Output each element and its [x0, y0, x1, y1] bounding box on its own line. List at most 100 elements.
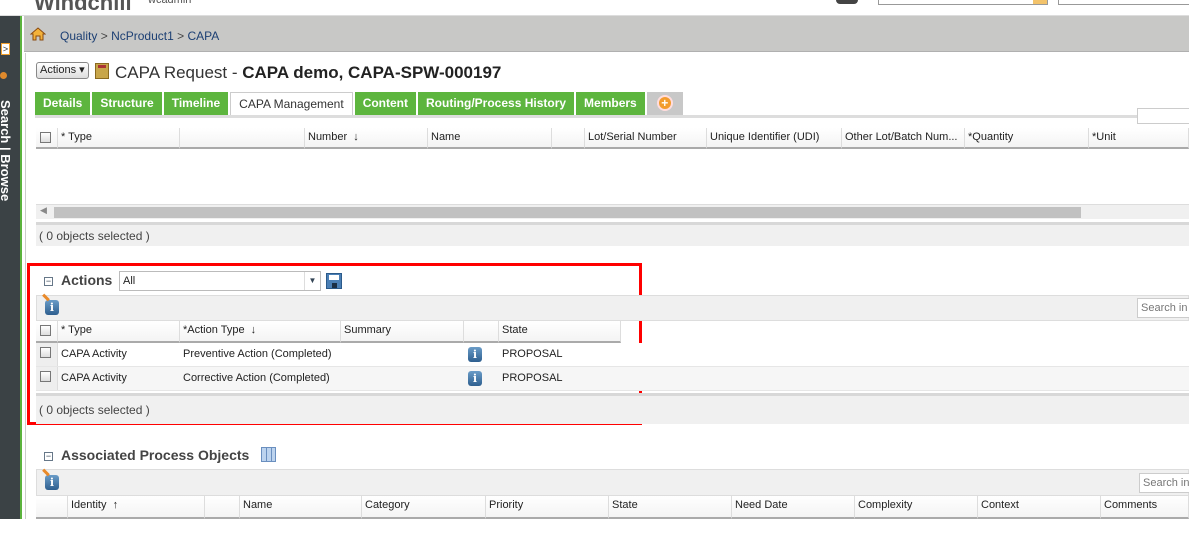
column-header[interactable]: Number ↓ [305, 128, 428, 149]
cell-summary [341, 343, 464, 366]
scrollbar-thumb[interactable] [54, 207, 1081, 218]
column-header[interactable]: Priority [486, 496, 609, 519]
associated-search-input[interactable]: Search in [1139, 473, 1189, 493]
column-label: State [502, 324, 528, 336]
table-row[interactable]: CAPA Activity Corrective Action (Complete… [36, 367, 1189, 391]
column-header[interactable]: Category [362, 496, 486, 519]
column-header[interactable]: *Quantity [965, 128, 1089, 149]
column-header[interactable]: State [609, 496, 732, 519]
row-checkbox[interactable] [40, 371, 51, 382]
search-type-dropdown[interactable] [1033, 0, 1047, 4]
row-checkbox-cell [36, 367, 58, 390]
capa-request-icon [95, 63, 109, 79]
caret-down-icon: ▾ [76, 64, 85, 76]
collapse-actions-icon[interactable]: − [44, 277, 53, 286]
column-header[interactable]: Other Lot/Batch Num... [842, 128, 965, 149]
affected-selection-count: ( 0 objects selected ) [36, 222, 1189, 246]
column-header[interactable]: *Unit [1089, 128, 1189, 149]
column-header[interactable]: State [499, 321, 621, 343]
breadcrumb-capa[interactable]: CAPA [187, 29, 219, 43]
tab-routing-process-history[interactable]: Routing/Process History [418, 92, 575, 115]
save-view-icon[interactable] [326, 273, 342, 289]
edit-info-icon[interactable]: i [45, 475, 59, 490]
actions-filter-select[interactable]: All ▼ [119, 271, 321, 291]
tab-details[interactable]: Details [35, 92, 91, 115]
table-row[interactable]: CAPA Activity Preventive Action (Complete… [36, 343, 1189, 367]
column-label: Comments [1104, 499, 1158, 511]
sort-ascending-icon[interactable]: ↑ [106, 499, 119, 511]
user-name[interactable]: wcadmin [148, 0, 191, 6]
column-header[interactable] [205, 496, 240, 519]
app-logo: Windchill [34, 0, 132, 15]
cell-type: CAPA Activity [61, 372, 127, 384]
column-header[interactable]: * Type [58, 128, 180, 149]
cell-state: PROPOSAL [502, 348, 563, 360]
column-label: Name [431, 131, 461, 143]
column-header[interactable] [180, 128, 305, 149]
tab-bar: Details Structure Timeline CAPA Management C… [35, 92, 685, 115]
table-view-icon[interactable] [261, 447, 276, 462]
sidebar: > Search | Browse N [0, 16, 22, 535]
actions-menu-button[interactable]: Actions ▾ [36, 62, 89, 79]
actions-search-input[interactable]: Search in [1137, 298, 1189, 318]
column-header[interactable]: Context [978, 496, 1101, 519]
sidebar-tab-bottom[interactable]: N [0, 521, 9, 535]
affected-table-header: * Type Number ↓ Name Lot/Serial Number Uniqu… [36, 128, 1189, 149]
navigator-icon[interactable] [0, 72, 7, 79]
column-header[interactable]: * Type [58, 321, 180, 343]
object-type: CAPA Request - [115, 63, 243, 82]
tab-timeline[interactable]: Timeline [163, 92, 229, 115]
sort-descending-icon[interactable]: ↓ [347, 131, 359, 143]
checkbox[interactable] [40, 132, 51, 143]
chevron-down-icon[interactable]: ▼ [304, 272, 320, 290]
breadcrumb-quality[interactable]: Quality [60, 29, 97, 43]
bell-icon[interactable] [836, 0, 858, 4]
top-header: Windchill wcadmin [0, 0, 1189, 16]
breadcrumb-ncproduct1[interactable]: NcProduct1 [111, 29, 174, 43]
global-search-input[interactable] [878, 0, 1048, 5]
column-header[interactable]: Need Date [732, 496, 855, 519]
checkbox[interactable] [40, 325, 51, 336]
home-icon[interactable] [30, 27, 46, 41]
info-icon[interactable]: i [468, 347, 482, 362]
column-header[interactable]: Lot/Serial Number [585, 128, 707, 149]
tab-members[interactable]: Members [576, 92, 645, 115]
column-label: *Quantity [968, 131, 1014, 143]
row-checkbox[interactable] [40, 347, 51, 358]
info-icon[interactable]: i [468, 371, 482, 386]
info-cell: i [464, 367, 499, 390]
column-header[interactable]: *Action Type ↓ [180, 321, 341, 343]
object-name: CAPA demo, CAPA-SPW-000197 [242, 63, 502, 82]
add-tab-button[interactable]: + [646, 92, 683, 115]
affected-search-input[interactable] [1137, 108, 1189, 124]
column-header[interactable]: Unique Identifier (UDI) [707, 128, 842, 149]
global-search-field[interactable] [1058, 0, 1189, 5]
cell-state: PROPOSAL [502, 372, 563, 384]
column-header[interactable] [36, 496, 68, 519]
sidebar-tab-search-browse[interactable]: Search | Browse [0, 100, 13, 201]
cell-action_type: Corrective Action (Completed) [183, 372, 330, 384]
scroll-left-icon[interactable]: ◀ [40, 205, 47, 216]
column-header[interactable]: Comments [1101, 496, 1189, 519]
edit-info-icon[interactable]: i [45, 300, 59, 315]
expand-sidebar-button[interactable]: > [1, 43, 10, 55]
column-header[interactable]: Name [428, 128, 552, 149]
column-header[interactable]: Summary [341, 321, 464, 343]
column-header[interactable]: Name [240, 496, 362, 519]
column-header[interactable] [552, 128, 585, 149]
horizontal-scrollbar[interactable]: ◀ [36, 204, 1189, 219]
column-label: Category [365, 499, 410, 511]
column-header[interactable] [464, 321, 499, 343]
column-header[interactable]: Identity ↑ [68, 496, 205, 519]
column-header[interactable]: Complexity [855, 496, 978, 519]
select-all-checkbox[interactable] [36, 128, 58, 149]
tab-structure[interactable]: Structure [92, 92, 162, 115]
collapse-associated-icon[interactable]: − [44, 452, 53, 461]
tab-content[interactable]: Content [354, 92, 417, 115]
column-label: * Type [61, 324, 92, 336]
page-title: CAPA Request - CAPA demo, CAPA-SPW-00019… [115, 63, 501, 83]
column-label: Identity [71, 499, 107, 511]
select-all-checkbox[interactable] [36, 321, 58, 343]
tab-capa-management[interactable]: CAPA Management [230, 92, 353, 115]
sort-descending-icon[interactable]: ↓ [245, 324, 257, 336]
